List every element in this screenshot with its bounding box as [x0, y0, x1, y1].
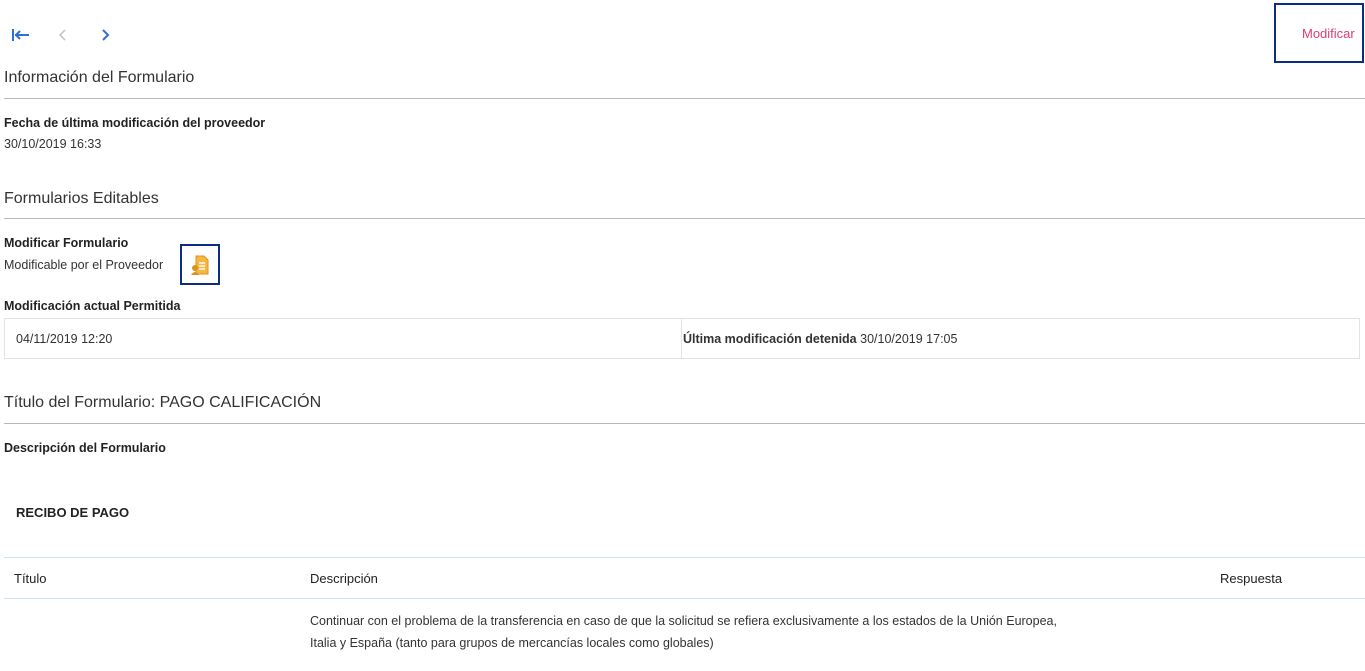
last-stopped-label: Última modificación detenida — [683, 331, 857, 346]
last-stopped-value: 30/10/2019 17:05 — [860, 331, 958, 346]
chevron-left-icon — [58, 29, 66, 41]
column-header-title: Título — [14, 571, 47, 586]
form-info-divider — [4, 98, 1365, 99]
modify-form-label: Modificar Formulario — [4, 236, 129, 250]
record-navigation — [10, 24, 136, 46]
editable-forms-divider — [4, 218, 1365, 219]
form-description-label: Descripción del Formulario — [4, 441, 166, 455]
first-record-button[interactable] — [10, 24, 32, 46]
edit-form-button[interactable] — [180, 244, 220, 285]
modify-button[interactable]: Modificar — [1274, 3, 1364, 63]
column-header-response: Respuesta — [1220, 571, 1283, 586]
form-info-heading: Información del Formulario — [4, 69, 195, 86]
editable-forms-heading: Formularios Editables — [4, 190, 159, 207]
form-title-divider — [4, 423, 1365, 424]
last-modified-value: 30/10/2019 16:33 — [4, 137, 102, 151]
chevron-right-icon — [102, 29, 110, 41]
payment-receipt-heading: RECIBO DE PAGO — [16, 505, 130, 520]
current-allowed-label: Modificación actual Permitida — [4, 299, 181, 313]
row-description-line-1: Continuar con el problema de la transfer… — [310, 614, 1057, 628]
last-modified-label: Fecha de última modificación del proveed… — [4, 116, 266, 130]
column-header-description: Descripción — [310, 571, 378, 586]
modify-button-label: Modificar — [1302, 25, 1355, 41]
dates-divider — [681, 319, 682, 358]
row-description-line-2: Italia y España (tanto para grupos de me… — [310, 636, 714, 650]
form-title-heading: Título del Formulario: PAGO CALIFICACIÓN — [4, 394, 322, 411]
first-page-icon — [12, 29, 29, 41]
next-record-button[interactable] — [94, 24, 116, 46]
document-edit-icon — [191, 255, 209, 275]
current-allowed-value: 04/11/2019 12:20 — [16, 331, 113, 346]
modification-dates-box: 04/11/2019 12:20 Última modificación det… — [4, 318, 1360, 359]
previous-record-button[interactable] — [52, 24, 74, 46]
questions-table-header: Título Descripción Respuesta — [4, 557, 1365, 599]
modifiable-by-supplier-text: Modificable por el Proveedor — [4, 258, 164, 272]
last-stopped-field: Última modificación detenida 30/10/2019 … — [683, 332, 957, 346]
